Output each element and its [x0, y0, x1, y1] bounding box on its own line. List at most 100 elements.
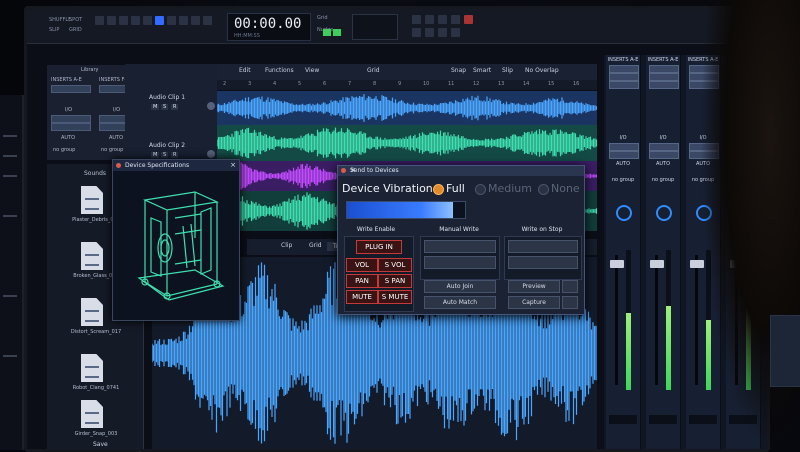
- input-selector[interactable]: [51, 115, 91, 123]
- close-icon[interactable]: ×: [350, 166, 580, 174]
- insert-slot[interactable]: [649, 73, 679, 81]
- output-selector[interactable]: [649, 151, 679, 159]
- mute-button[interactable]: M: [151, 104, 160, 110]
- track-name[interactable]: Audio Clip 2: [149, 142, 185, 149]
- smart-menu[interactable]: Smart: [473, 67, 491, 74]
- dialog-titlebar[interactable]: Send to Devices ×: [338, 166, 584, 176]
- output-selector[interactable]: [609, 151, 639, 159]
- spec-window-titlebar[interactable]: Device Specifications ×: [113, 160, 239, 171]
- grid-menu[interactable]: Grid: [309, 242, 322, 249]
- auto-join-button[interactable]: Auto Join: [424, 280, 496, 293]
- snap-menu[interactable]: Snap: [451, 67, 466, 74]
- s-pan-button[interactable]: S PAN: [378, 274, 412, 288]
- trim-icon[interactable]: [107, 16, 116, 25]
- clip-menu[interactable]: Clip: [281, 242, 292, 249]
- mixer-group-selector[interactable]: no group: [646, 177, 680, 183]
- edit-mode-shuffle[interactable]: SHUFFLE: [49, 17, 71, 23]
- volume-readout[interactable]: [649, 415, 677, 424]
- write-to-start-button[interactable]: [424, 240, 496, 253]
- group-selector[interactable]: no group: [101, 147, 123, 153]
- fast-forward-icon[interactable]: [425, 15, 434, 24]
- mute-button[interactable]: M: [151, 152, 160, 158]
- audio-clip-lane[interactable]: [217, 91, 597, 125]
- close-dot-icon[interactable]: [341, 168, 346, 173]
- overlap-menu[interactable]: No Overlap: [525, 67, 559, 74]
- radio-full[interactable]: [433, 184, 444, 195]
- fader-cap-icon[interactable]: [610, 260, 624, 268]
- sub-counter[interactable]: [352, 14, 398, 40]
- edit-mode-spot[interactable]: SPOT: [69, 17, 82, 23]
- pan-button[interactable]: PAN: [346, 274, 378, 288]
- return-to-zero-icon[interactable]: [425, 28, 434, 37]
- record-arm-button[interactable]: R: [171, 152, 179, 158]
- link-icon[interactable]: [191, 16, 200, 25]
- radio-none-label[interactable]: None: [551, 182, 580, 195]
- preview-lock-icon[interactable]: [562, 280, 578, 293]
- grid-enabled-indicator[interactable]: [323, 29, 331, 36]
- rewind-icon[interactable]: [412, 15, 421, 24]
- preview-button[interactable]: Preview: [508, 280, 560, 293]
- device-specifications-window[interactable]: Device Specifications ×: [112, 159, 240, 321]
- pencil-icon[interactable]: [167, 16, 176, 25]
- audio-clip-lane[interactable]: [217, 125, 597, 161]
- smart-tool-icon[interactable]: [155, 16, 164, 25]
- view-menu[interactable]: View: [305, 67, 319, 74]
- insert-slot[interactable]: [51, 85, 91, 93]
- fader-track[interactable]: [615, 255, 618, 385]
- radio-none[interactable]: [538, 184, 549, 195]
- stop-icon[interactable]: [438, 15, 447, 24]
- auto-match-button[interactable]: Auto Match: [424, 296, 496, 309]
- insert-slot[interactable]: [609, 81, 639, 89]
- mixer-group-selector[interactable]: no group: [606, 177, 640, 183]
- track-volume-knob-icon[interactable]: [207, 102, 215, 110]
- capture-lock-icon[interactable]: [562, 296, 578, 309]
- speaker-icon[interactable]: [179, 16, 188, 25]
- s-vol-button[interactable]: S VOL: [378, 258, 412, 272]
- grabber-icon[interactable]: [131, 16, 140, 25]
- loop-icon[interactable]: [412, 28, 421, 37]
- selector-icon[interactable]: [119, 16, 128, 25]
- input-selector[interactable]: [609, 143, 639, 151]
- volume-readout[interactable]: [609, 415, 637, 424]
- output-selector[interactable]: [51, 123, 91, 131]
- insert-slot[interactable]: [609, 73, 639, 81]
- record-arm-button[interactable]: R: [171, 104, 179, 110]
- close-icon[interactable]: ×: [230, 160, 236, 171]
- input-selector[interactable]: [649, 143, 679, 151]
- solo-button[interactable]: S: [161, 152, 169, 158]
- s-mute-button[interactable]: S MUTE: [378, 290, 412, 304]
- functions-menu[interactable]: Functions: [265, 67, 294, 74]
- insert-slot[interactable]: [649, 65, 679, 73]
- solo-button[interactable]: S: [161, 104, 169, 110]
- insert-slot[interactable]: [609, 65, 639, 73]
- write-on-stop-start-button[interactable]: [508, 240, 578, 253]
- play-icon[interactable]: [451, 15, 460, 24]
- online-icon[interactable]: [451, 28, 460, 37]
- grid-menu[interactable]: Grid: [367, 67, 380, 74]
- radio-medium[interactable]: [475, 184, 486, 195]
- nudge-enabled-indicator[interactable]: [333, 29, 341, 36]
- close-dot-icon[interactable]: [116, 163, 121, 168]
- edit-mode-slip[interactable]: SLIP: [49, 27, 59, 33]
- plug-in-button[interactable]: PLUG IN: [356, 240, 402, 254]
- group-selector[interactable]: no group: [53, 147, 75, 153]
- edit-menu[interactable]: Edit: [239, 67, 251, 74]
- sound-file-item[interactable]: Robot_Clang_0741: [61, 354, 131, 402]
- mute-write-button[interactable]: MUTE: [346, 290, 378, 304]
- timeline-ruler[interactable]: 2 3 4 5 6 7 8 9 10 11 12 13 14 15 16: [217, 80, 597, 90]
- pan-knob-icon[interactable]: [616, 205, 632, 221]
- radio-medium-label[interactable]: Medium: [488, 182, 532, 195]
- capture-button[interactable]: Capture: [508, 296, 560, 309]
- write-on-stop-all-button[interactable]: [508, 256, 578, 269]
- zoom-icon[interactable]: [95, 16, 104, 25]
- scrubber-icon[interactable]: [143, 16, 152, 25]
- fader-cap-icon[interactable]: [650, 260, 664, 268]
- send-to-devices-dialog[interactable]: Send to Devices × Device Vibration: Full…: [337, 165, 585, 315]
- insert-slot[interactable]: [649, 81, 679, 89]
- track-name[interactable]: Audio Clip 1: [149, 94, 185, 101]
- write-to-all-button[interactable]: [424, 256, 496, 269]
- save-button[interactable]: Save: [93, 441, 108, 448]
- edit-mode-grid[interactable]: GRID: [69, 27, 82, 33]
- pan-knob-icon[interactable]: [656, 205, 672, 221]
- tab-icon[interactable]: [203, 16, 212, 25]
